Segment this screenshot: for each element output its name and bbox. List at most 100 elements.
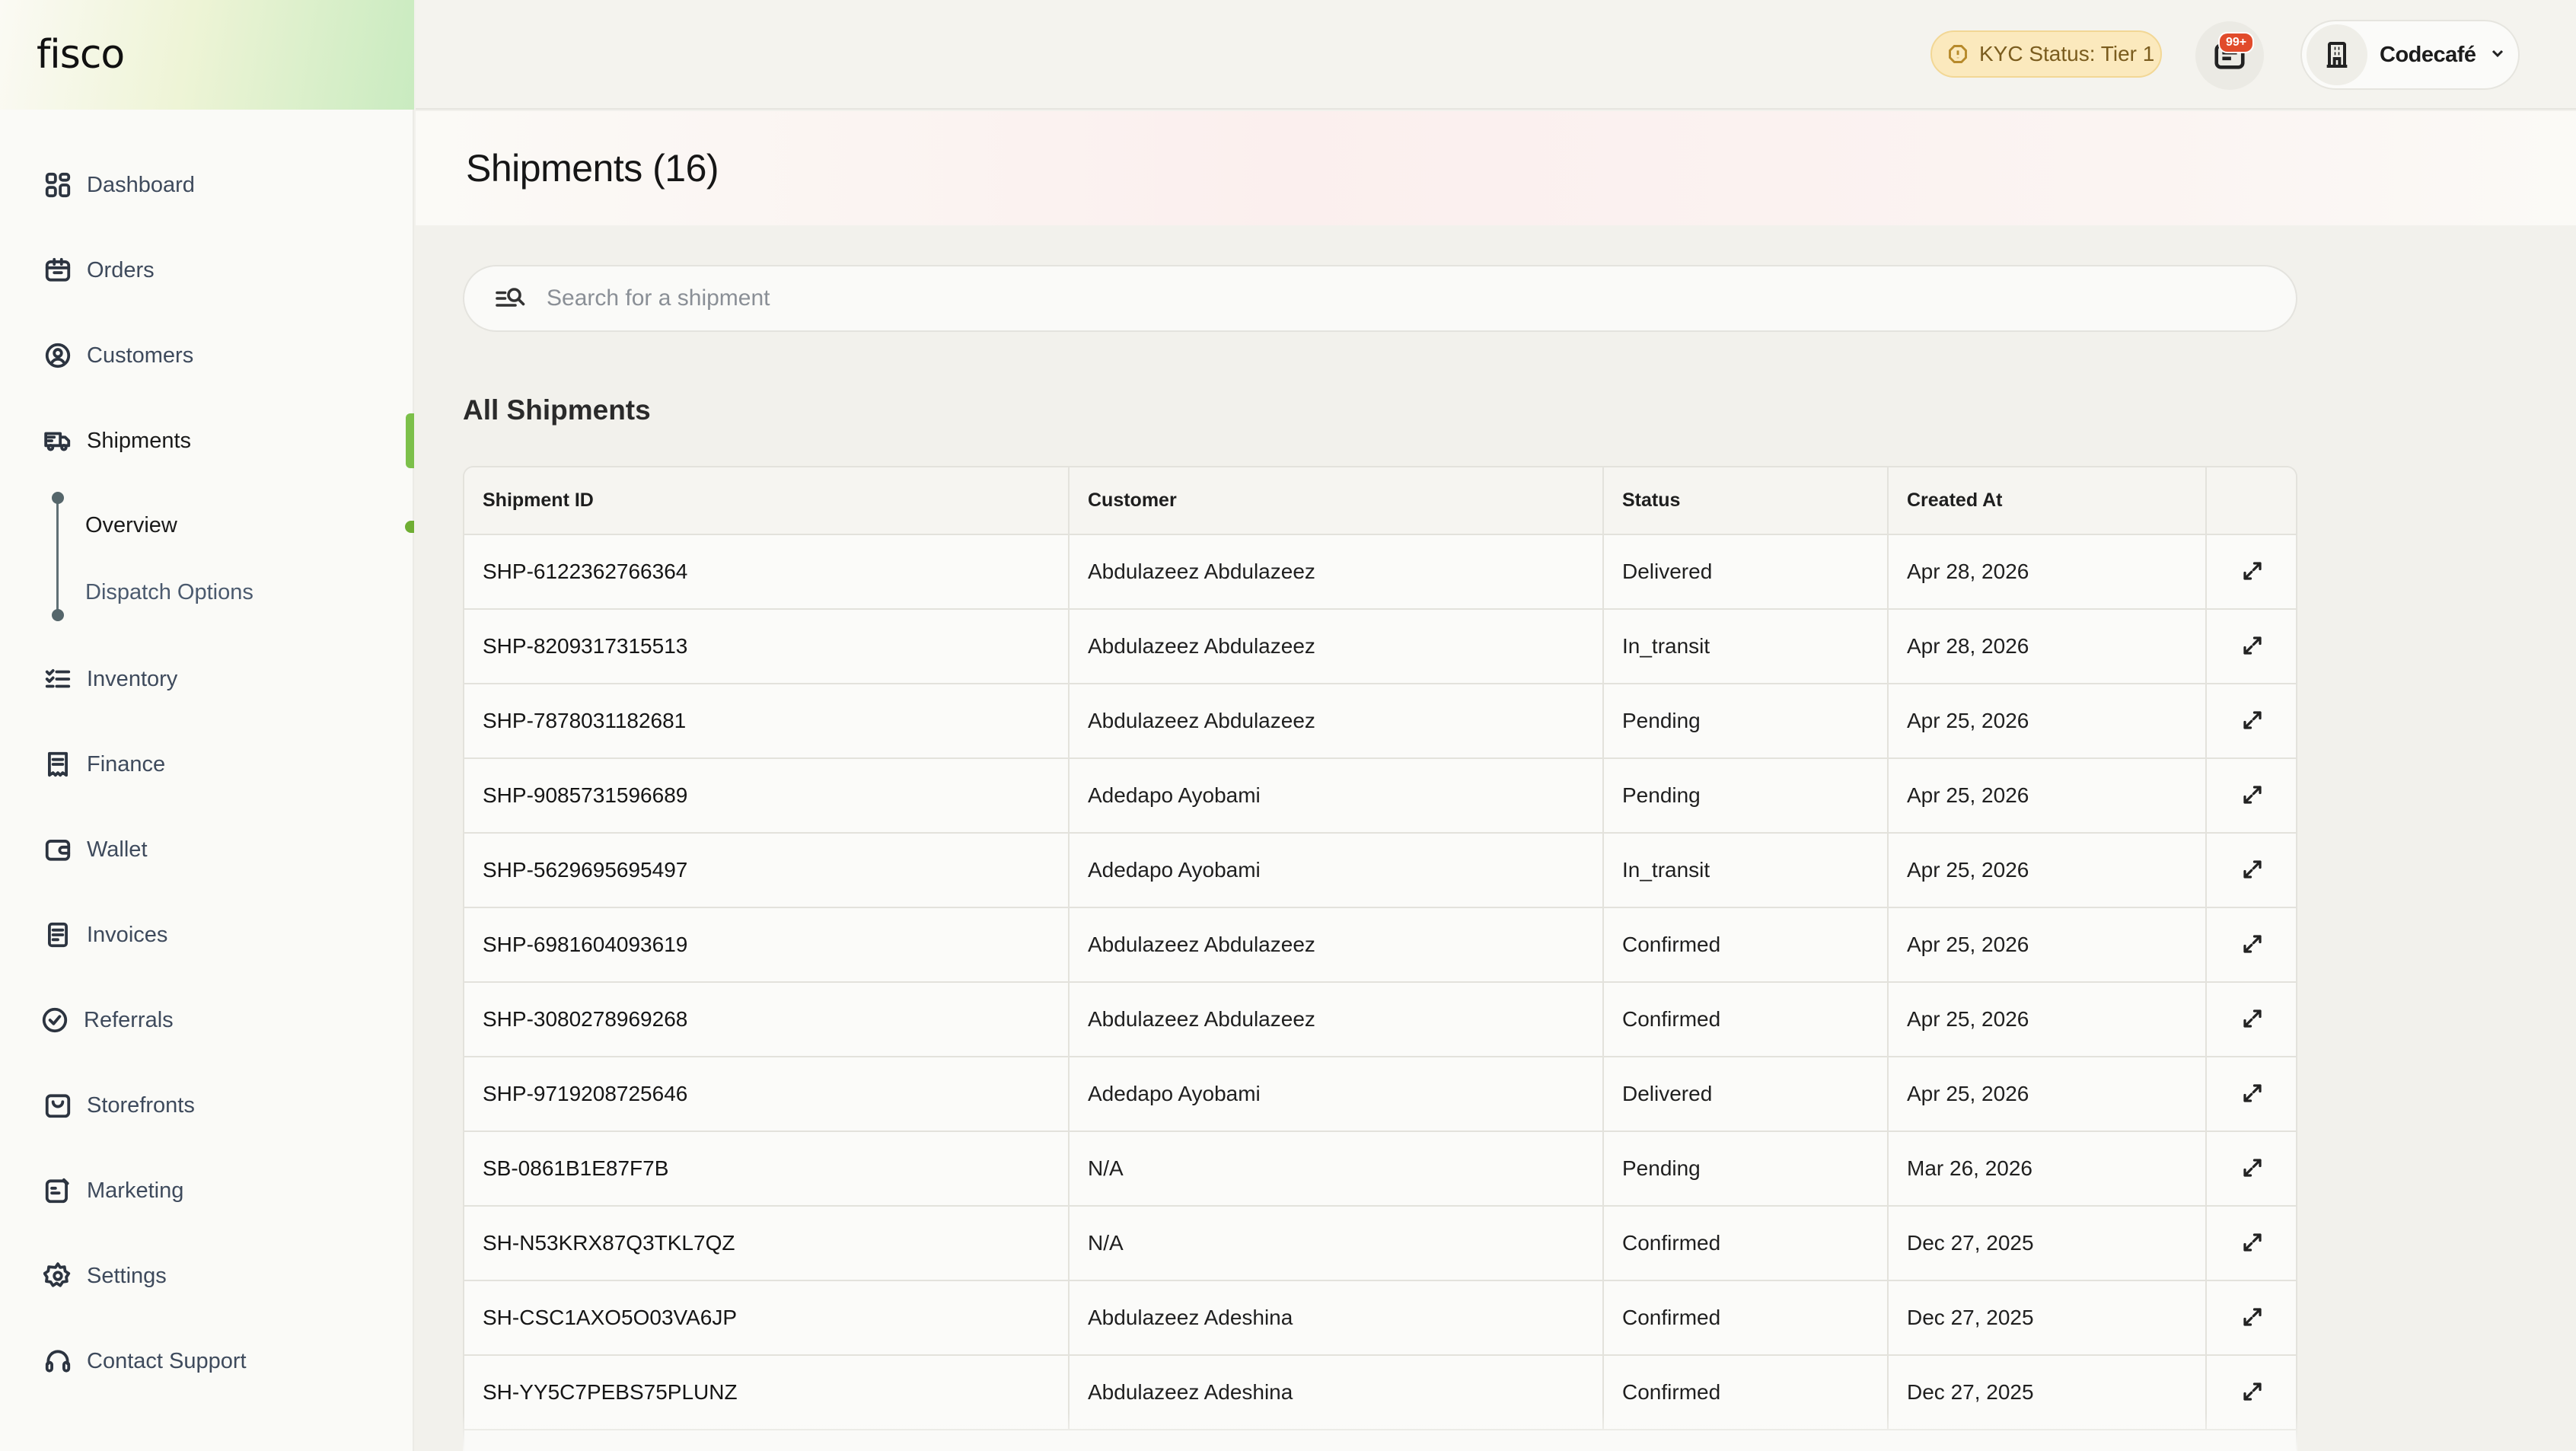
table-row[interactable]: SHP-9085731596689 Adedapo Ayobami Pending A… (464, 758, 2296, 834)
shipment-id-cell: SHP-6122362766364 (464, 534, 1070, 610)
expand-icon[interactable] (2237, 630, 2268, 661)
customer-cell: N/A (1069, 1131, 1604, 1207)
column-header-shipment-id[interactable]: Shipment ID (464, 467, 1070, 535)
sidebar-item-orders[interactable]: Orders (43, 247, 155, 293)
customer-cell: Abdulazeez Abdulazeez (1069, 982, 1604, 1057)
status-cell: Delivered (1603, 534, 1889, 610)
sidebar-item-label: Settings (87, 1263, 167, 1288)
expand-icon[interactable] (2237, 1302, 2268, 1332)
submenu-line (56, 496, 59, 615)
expand-icon[interactable] (2237, 556, 2268, 586)
search-filter-icon (496, 288, 525, 307)
status-cell: In_transit (1603, 609, 1889, 684)
created-at-cell: Apr 28, 2026 (1888, 609, 2207, 684)
expand-icon[interactable] (2237, 705, 2268, 735)
actions-cell (2206, 534, 2296, 610)
status-cell: Confirmed (1603, 982, 1889, 1057)
sidebar-item-inventory[interactable]: Inventory (43, 656, 177, 702)
table-row[interactable]: SB-0861B1E87F7B N/A Pending Mar 26, 2026 (464, 1131, 2296, 1207)
expand-icon[interactable] (2237, 929, 2268, 959)
customer-cell: Abdulazeez Abdulazeez (1069, 534, 1604, 610)
table-row[interactable]: SHP-7878031182681 Abdulazeez Abdulazeez Pe… (464, 684, 2296, 759)
sidebar-item-dashboard[interactable]: Dashboard (43, 162, 195, 208)
sidebar-item-referrals[interactable]: Referrals (40, 997, 174, 1043)
table-row[interactable]: SHP-8209317315513 Abdulazeez Abdulazeez In… (464, 609, 2296, 684)
table-row[interactable]: SH-CSC1AXO5O03VA6JP Abdulazeez Adeshina Co… (464, 1280, 2296, 1356)
sidebar-item-label: Shipments (87, 428, 192, 453)
shipment-id-cell: SH-N53KRX87Q3TKL7QZ (464, 1206, 1070, 1281)
invoice-icon (43, 920, 73, 950)
submenu-dot-bottom (52, 609, 64, 621)
status-cell: Confirmed (1603, 907, 1889, 983)
store-icon (43, 1090, 73, 1121)
submenu-item-dispatch-options[interactable]: Dispatch Options (85, 580, 253, 605)
status-cell: Confirmed (1603, 1355, 1889, 1430)
submenu-item-overview[interactable]: Overview (85, 513, 177, 538)
sidebar: fisco Dashboard Orders Customers Shipmen… (0, 0, 414, 1451)
expand-icon[interactable] (2237, 780, 2268, 810)
expand-icon[interactable] (2237, 854, 2268, 885)
search-input[interactable] (547, 285, 2221, 311)
status-cell: Pending (1603, 758, 1889, 834)
sidebar-item-marketing[interactable]: Marketing (43, 1168, 183, 1213)
table-row[interactable]: SHP-6122362766364 Abdulazeez Abdulazeez De… (464, 534, 2296, 610)
created-at-cell: Mar 26, 2026 (1888, 1131, 2207, 1207)
orders-icon (43, 255, 73, 285)
sidebar-item-invoices[interactable]: Invoices (43, 912, 167, 958)
customer-cell: Abdulazeez Adeshina (1069, 1280, 1604, 1356)
account-menu[interactable]: Codecafé (2300, 20, 2520, 90)
status-cell: In_transit (1603, 833, 1889, 908)
customers-icon (43, 340, 73, 371)
column-header-actions (2206, 467, 2296, 535)
shipment-id-cell: SHP-5629695695497 (464, 833, 1070, 908)
chevron-down-icon (2488, 44, 2507, 66)
shipment-id-cell: SHP-8209317315513 (464, 609, 1070, 684)
column-header-created-at[interactable]: Created At (1888, 467, 2207, 535)
sidebar-item-finance[interactable]: Finance (43, 741, 165, 787)
status-cell: Pending (1603, 684, 1889, 759)
app-logo[interactable]: fisco (37, 32, 125, 78)
sidebar-item-wallet[interactable]: Wallet (43, 827, 148, 872)
search-bar[interactable] (463, 265, 2297, 332)
created-at-cell: Dec 27, 2025 (1888, 1280, 2207, 1356)
created-at-cell: Dec 27, 2025 (1888, 1206, 2207, 1281)
badge-check-icon (40, 1005, 70, 1035)
actions-cell (2206, 833, 2296, 908)
expand-icon[interactable] (2237, 1078, 2268, 1108)
kyc-status-badge[interactable]: KYC Status: Tier 1 (1930, 30, 2162, 78)
column-header-customer[interactable]: Customer (1069, 467, 1604, 535)
expand-icon[interactable] (2237, 1003, 2268, 1034)
table-row[interactable]: SH-YY5C7PEBS75PLUNZ Abdulazeez Adeshina Co… (464, 1355, 2296, 1430)
megaphone-icon (43, 1175, 73, 1206)
status-cell: Delivered (1603, 1057, 1889, 1132)
notifications-button[interactable]: 99+ (2195, 21, 2264, 90)
table-row[interactable]: SH-N53KRX87Q3TKL7QZ N/A Confirmed Dec 27, 2… (464, 1206, 2296, 1281)
shipment-id-cell: SB-0861B1E87F7B (464, 1131, 1070, 1207)
column-header-status[interactable]: Status (1603, 467, 1889, 535)
table-row[interactable]: SHP-3080278969268 Abdulazeez Abdulazeez Co… (464, 982, 2296, 1057)
customer-cell: N/A (1069, 1206, 1604, 1281)
sidebar-item-contact-support[interactable]: Contact Support (43, 1338, 247, 1384)
expand-icon[interactable] (2237, 1376, 2268, 1407)
actions-cell (2206, 1057, 2296, 1132)
table-row[interactable]: SHP-9719208725646 Adedapo Ayobami Delivere… (464, 1057, 2296, 1132)
sidebar-item-label: Orders (87, 257, 155, 282)
sidebar-item-shipments[interactable]: Shipments (43, 418, 191, 464)
table-row[interactable]: SHP-6981604093619 Abdulazeez Abdulazeez Co… (464, 907, 2296, 983)
expand-icon[interactable] (2237, 1153, 2268, 1183)
wallet-icon (43, 834, 73, 865)
created-at-cell: Apr 25, 2026 (1888, 982, 2207, 1057)
actions-cell (2206, 982, 2296, 1057)
customer-cell: Adedapo Ayobami (1069, 833, 1604, 908)
sidebar-item-settings[interactable]: Settings (43, 1253, 167, 1299)
created-at-cell: Apr 25, 2026 (1888, 833, 2207, 908)
kyc-status-label: KYC Status: Tier 1 (1979, 42, 2155, 65)
sidebar-item-storefronts[interactable]: Storefronts (43, 1083, 195, 1128)
sidebar-item-customers[interactable]: Customers (43, 333, 193, 378)
expand-icon[interactable] (2237, 1227, 2268, 1258)
customer-cell: Abdulazeez Abdulazeez (1069, 609, 1604, 684)
table-row[interactable]: SHP-5629695695497 Adedapo Ayobami In_trans… (464, 833, 2296, 908)
dashboard-icon (43, 170, 73, 200)
page-title: Shipments (16) (466, 147, 719, 190)
customer-cell: Abdulazeez Abdulazeez (1069, 684, 1604, 759)
